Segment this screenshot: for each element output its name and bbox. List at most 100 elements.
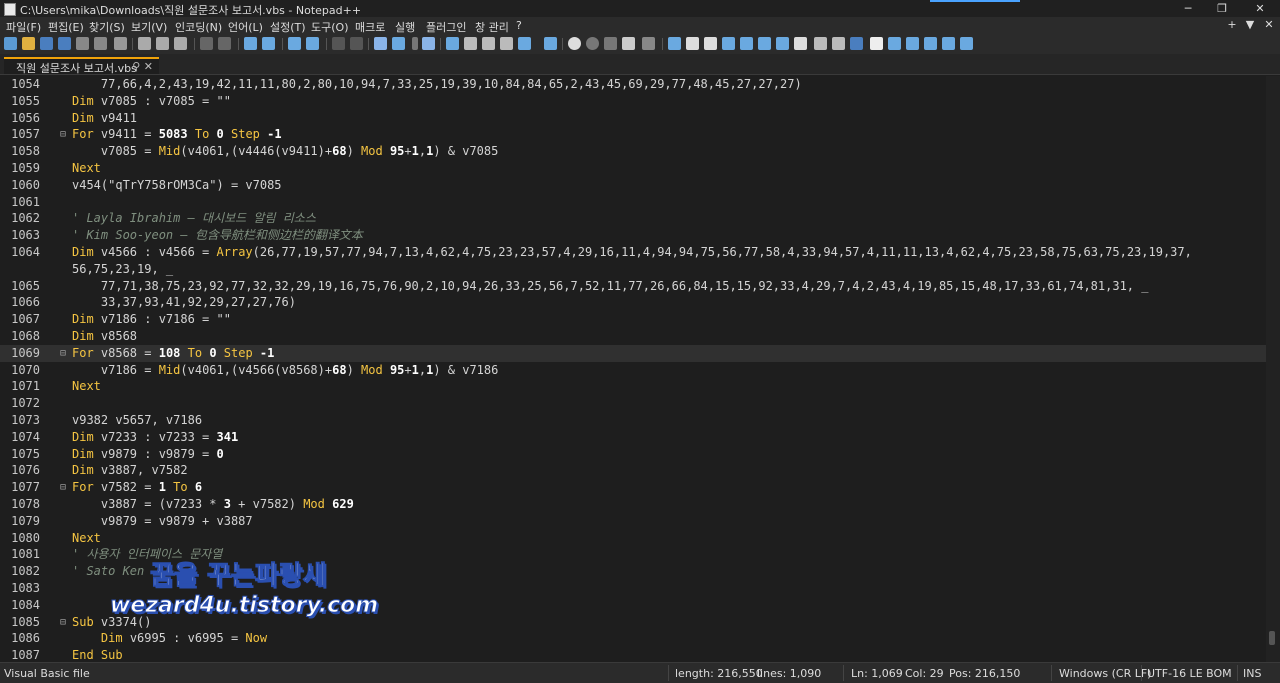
code-line[interactable]: 1084 — [0, 597, 1266, 614]
menu-file[interactable]: 파일(F) — [6, 19, 41, 35]
vertical-scrollbar[interactable] — [1266, 76, 1280, 662]
menu-settings[interactable]: 설정(T) — [270, 19, 306, 35]
plugin-icon[interactable] — [906, 37, 919, 50]
show-all-chars-icon[interactable] — [392, 37, 405, 50]
copy-icon[interactable] — [156, 37, 169, 50]
status-eol[interactable]: Windows (CR LF) — [1059, 667, 1151, 680]
code-line[interactable]: 1065 77,71,38,75,23,92,77,32,32,29,19,16… — [0, 278, 1266, 295]
menu-view[interactable]: 보기(V) — [131, 19, 167, 35]
code-line[interactable]: 1069 ⊟ For v8568 = 108 To 0 Step -1 — [0, 344, 1266, 362]
close-button[interactable]: ✕ — [1248, 1, 1272, 16]
code-line[interactable]: 1083 — [0, 580, 1266, 597]
code-line[interactable]: 1067 Dim v7186 : v7186 = "" — [0, 311, 1266, 328]
folder-workspace-icon[interactable] — [518, 37, 531, 50]
code-line[interactable]: 1071 Next — [0, 378, 1266, 395]
code-line[interactable]: 1079 v9879 = v9879 + v3887 — [0, 513, 1266, 530]
chevron-down-icon[interactable]: ▼ — [1243, 18, 1257, 31]
paste-icon[interactable] — [174, 37, 187, 50]
function-list-icon[interactable] — [482, 37, 495, 50]
replace-icon[interactable] — [262, 37, 275, 50]
status-insert-mode[interactable]: INS — [1243, 667, 1261, 680]
panel-icon[interactable] — [686, 37, 699, 50]
code-line[interactable]: 1075 Dim v9879 : v9879 = 0 — [0, 446, 1266, 463]
bookmark-icon[interactable] — [668, 37, 681, 50]
save-icon[interactable] — [40, 37, 53, 50]
menu-plugins[interactable]: 플러그인 — [426, 19, 466, 35]
save-all-icon[interactable] — [58, 37, 71, 50]
panel-icon[interactable] — [704, 37, 717, 50]
zoom-in-icon[interactable] — [288, 37, 301, 50]
panel-icon[interactable] — [794, 37, 807, 50]
code-line[interactable]: 1058 v7085 = Mid(v4061,(v4446(v9411)+68)… — [0, 143, 1266, 160]
arrow-icon[interactable] — [722, 37, 735, 50]
close-all-icon[interactable] — [94, 37, 107, 50]
down-arrow-icon[interactable] — [758, 37, 771, 50]
code-line[interactable]: 1080 Next — [0, 530, 1266, 547]
code-line[interactable]: 1061 — [0, 194, 1266, 211]
menu-help[interactable]: ? — [516, 19, 522, 32]
fold-toggle-icon[interactable]: ⊟ — [60, 126, 66, 143]
code-line[interactable]: 1076 Dim v3887, v7582 — [0, 462, 1266, 479]
code-line[interactable]: 1072 — [0, 395, 1266, 412]
arrow-icon[interactable] — [776, 37, 789, 50]
print-icon[interactable] — [114, 37, 127, 50]
close-file-icon[interactable] — [76, 37, 89, 50]
code-line[interactable]: 1060 v454("qTrY758rOM3Ca") = v7085 — [0, 177, 1266, 194]
stop-macro-icon[interactable] — [586, 37, 599, 50]
fold-toggle-icon[interactable]: ⊟ — [60, 345, 66, 362]
document-map-icon[interactable] — [464, 37, 477, 50]
code-line[interactable]: 1070 v7186 = Mid(v4061,(v4566(v8568)+68)… — [0, 362, 1266, 379]
find-icon[interactable] — [244, 37, 257, 50]
plugin-icon[interactable] — [924, 37, 937, 50]
code-line[interactable]: 1056 Dim v9411 — [0, 110, 1266, 127]
plugin-icon[interactable] — [942, 37, 955, 50]
tab-active-file[interactable]: 직원 설문조사 보고서.vbs ⚲ ✕ — [4, 57, 159, 75]
code-line[interactable]: 1066 33,37,93,41,92,29,27,27,76) — [0, 294, 1266, 311]
filter-icon[interactable] — [832, 37, 845, 50]
code-line[interactable]: 1063 ' Kim Soo-yeon — 包含导航栏和侧边栏的翻译文本 — [0, 227, 1266, 244]
code-line[interactable]: 1059 Next — [0, 160, 1266, 177]
code-line[interactable]: 1073 v9382 v5657, v7186 — [0, 412, 1266, 429]
menu-tools[interactable]: 도구(O) — [311, 19, 348, 35]
maximize-button[interactable]: ❐ — [1210, 1, 1234, 16]
code-line[interactable]: 1054 77,66,4,2,43,19,42,11,11,80,2,80,10… — [0, 76, 1266, 93]
code-line[interactable]: 1077 ⊟ For v7582 = 1 To 6 — [0, 479, 1266, 496]
status-encoding[interactable]: UTF-16 LE BOM — [1147, 667, 1232, 680]
menu-language[interactable]: 언어(L) — [228, 19, 263, 35]
code-line[interactable]: 1082 ' Sato Ken — [0, 563, 1266, 580]
fx-icon[interactable] — [500, 37, 513, 50]
word-wrap-icon[interactable] — [374, 37, 387, 50]
dropdown-icon[interactable] — [412, 37, 418, 50]
close-doc-icon[interactable]: ✕ — [1262, 18, 1276, 31]
cut-icon[interactable] — [138, 37, 151, 50]
code-line[interactable]: 56,75,23,19, _ — [0, 261, 1266, 278]
play-macro-icon[interactable] — [604, 37, 617, 50]
open-file-icon[interactable] — [22, 37, 35, 50]
minimize-button[interactable]: ─ — [1176, 1, 1200, 16]
plugin-icon[interactable] — [960, 37, 973, 50]
indent-guide-icon[interactable] — [422, 37, 435, 50]
plugin-icon[interactable] — [888, 37, 901, 50]
code-line[interactable]: 1086 Dim v6995 : v6995 = Now — [0, 630, 1266, 647]
code-line[interactable]: 1068 Dim v8568 — [0, 328, 1266, 345]
redo-icon[interactable] — [218, 37, 231, 50]
run-multiple-icon[interactable] — [622, 37, 635, 50]
code-line[interactable]: 1087 End Sub — [0, 647, 1266, 662]
menu-search[interactable]: 찾기(S) — [89, 19, 125, 35]
monitor-icon[interactable] — [544, 37, 557, 50]
sync-horizontal-icon[interactable] — [350, 37, 363, 50]
pin-icon[interactable]: ⚲ — [132, 60, 140, 73]
sync-vertical-icon[interactable] — [332, 37, 345, 50]
up-arrow-icon[interactable] — [740, 37, 753, 50]
code-line[interactable]: 1064 Dim v4566 : v4566 = Array(26,77,19,5… — [0, 244, 1266, 261]
record-macro-icon[interactable] — [568, 37, 581, 50]
code-line[interactable]: 1085 ⊟ Sub v3374() — [0, 614, 1266, 631]
menu-window[interactable]: 창 관리 — [475, 19, 509, 35]
undo-icon[interactable] — [200, 37, 213, 50]
menu-edit[interactable]: 편집(E) — [48, 19, 84, 35]
code-line[interactable]: 1062 ' Layla Ibrahim — 대시보드 알림 리소스 — [0, 210, 1266, 227]
json-icon[interactable] — [870, 37, 883, 50]
code-line[interactable]: 1081 ' 사용자 인터페이스 문자열 — [0, 546, 1266, 563]
save-macro-icon[interactable] — [642, 37, 655, 50]
new-file-icon[interactable] — [4, 37, 17, 50]
